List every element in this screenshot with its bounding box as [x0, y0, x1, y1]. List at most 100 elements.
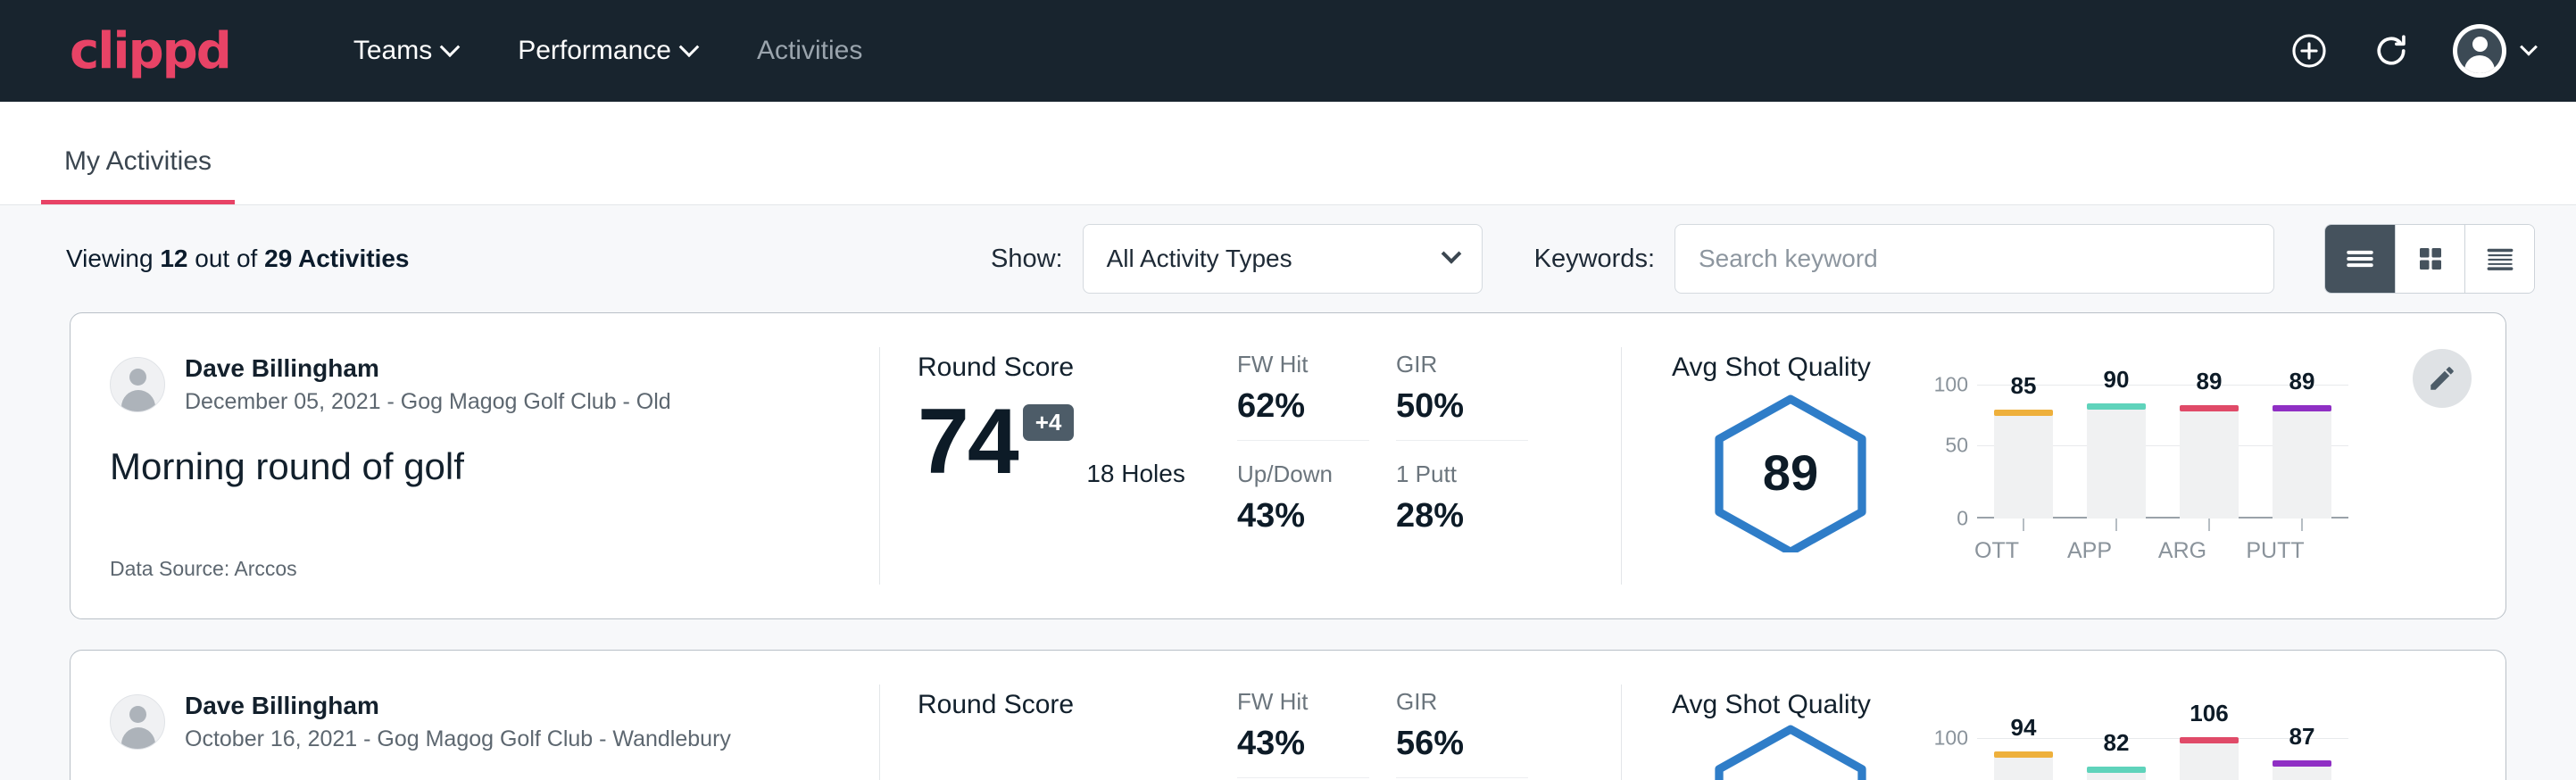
activity-card[interactable]: Dave Billingham October 16, 2021 - Gog M…: [70, 650, 2506, 780]
shot-quality-hexagon: 89: [1708, 392, 1895, 557]
bar-value-app: 82: [2087, 729, 2146, 757]
stat-fw-hit-label: FW Hit: [1237, 688, 1369, 716]
bar-column-app: 82: [2070, 738, 2163, 780]
x-label-ott: OTT: [1950, 538, 2043, 564]
edit-activity-button[interactable]: [2413, 349, 2472, 408]
stat-one-putt-label: 1 Putt: [1396, 461, 1528, 488]
holes-label: 18 Holes: [1086, 460, 1185, 488]
chart-plot-area: 85 90: [1977, 385, 2348, 519]
bar-column-putt: 87: [2256, 738, 2348, 780]
bar-value-arg: 106: [2180, 700, 2239, 727]
bar-column-arg: 106: [2163, 738, 2256, 780]
tab-my-activities-label: My Activities: [64, 146, 212, 176]
bar-column-arg: 89: [2163, 385, 2256, 519]
add-icon[interactable]: [2289, 30, 2330, 71]
clippd-logo[interactable]: clippd: [70, 22, 230, 80]
compact-list-view-button[interactable]: [2464, 225, 2534, 293]
filter-controls: Show: All Activity Types Keywords:: [991, 224, 2535, 294]
bar-column-putt: 89: [2256, 385, 2348, 519]
x-label-putt: PUTT: [2229, 538, 2322, 564]
activity-stats-grid: FW Hit 62% GIR 50% Up/Down 43% 1 Putt 28…: [1237, 313, 1621, 618]
bar-column-app: 90: [2070, 385, 2163, 519]
refresh-icon[interactable]: [2371, 30, 2412, 71]
search-input[interactable]: [1699, 245, 2250, 273]
stat-one-putt: 1 Putt 28%: [1396, 461, 1528, 550]
avg-shot-quality-section: Avg Shot Quality 100: [1622, 651, 2505, 780]
chevron-down-icon: [440, 37, 461, 57]
bar-value-ott: 85: [1994, 372, 2053, 400]
show-label: Show:: [991, 245, 1063, 274]
y-tick-100: 100: [1934, 373, 1968, 397]
stat-gir-label: GIR: [1396, 688, 1528, 716]
avg-shot-quality-section: Avg Shot Quality 89 100 50 0: [1622, 313, 2505, 618]
avg-shot-quality-label: Avg Shot Quality: [1672, 690, 2505, 720]
viewing-count: 12: [160, 245, 187, 272]
nav-item-performance[interactable]: Performance: [487, 27, 727, 75]
shot-quality-chart: 100 94: [1895, 738, 2348, 780]
x-label-app: APP: [2043, 538, 2136, 564]
activity-summary: Dave Billingham October 16, 2021 - Gog M…: [71, 651, 879, 780]
nav-item-teams-label: Teams: [353, 36, 432, 66]
bar-value-app: 90: [2087, 366, 2146, 394]
bar-column-ott: 94: [1977, 738, 2070, 780]
keywords-label: Keywords:: [1534, 245, 1655, 274]
shot-quality-value: 89: [1708, 392, 1874, 552]
activity-meta: December 05, 2021 - Gog Magog Golf Club …: [185, 387, 671, 417]
bar-value-putt: 89: [2273, 368, 2331, 395]
activity-card-list: Dave Billingham December 05, 2021 - Gog …: [0, 312, 2576, 780]
round-score-section: Round Score: [880, 651, 1237, 780]
stat-gir-value: 50%: [1396, 387, 1528, 426]
activity-summary: Dave Billingham December 05, 2021 - Gog …: [71, 313, 879, 618]
nav-item-activities-label: Activities: [757, 36, 862, 66]
nav-item-teams[interactable]: Teams: [323, 27, 487, 75]
chevron-down-icon: [679, 37, 700, 57]
bar-value-ott: 94: [1994, 714, 2053, 742]
chevron-down-icon: [1441, 244, 1461, 264]
filter-toolbar: Viewing 12 out of 29 Activities Show: Al…: [0, 205, 2576, 312]
viewing-total: 29 Activities: [264, 245, 409, 272]
stat-gir: GIR 56%: [1396, 688, 1528, 778]
avg-shot-quality-body: 100 94: [1672, 722, 2505, 780]
y-tick-50: 50: [1945, 434, 1968, 458]
stat-gir-value: 56%: [1396, 725, 1528, 763]
avatar: [110, 694, 165, 750]
activity-user-name: Dave Billingham: [185, 353, 671, 384]
bar-value-arg: 89: [2180, 368, 2239, 395]
activity-type-select[interactable]: All Activity Types: [1083, 224, 1483, 294]
round-score-label: Round Score: [918, 353, 1237, 383]
activity-user-row: Dave Billingham December 05, 2021 - Gog …: [110, 353, 843, 417]
score-badge: +4: [1023, 404, 1075, 441]
user-menu[interactable]: [2453, 24, 2535, 78]
chart-y-axis: 100: [1922, 738, 1977, 780]
activity-type-select-value: All Activity Types: [1107, 245, 1292, 273]
shot-quality-hexagon: [1708, 722, 1895, 780]
round-score-value: 74: [918, 395, 1018, 488]
stat-up-down-value: 43%: [1237, 497, 1369, 535]
avg-shot-quality-body: 89 100 50 0: [1672, 385, 2505, 564]
stat-fw-hit-value: 43%: [1237, 725, 1369, 763]
list-view-button[interactable]: [2325, 225, 2395, 293]
bar-column-ott: 85: [1977, 385, 2070, 519]
activity-data-source: Data Source: Arccos: [110, 557, 843, 581]
y-tick-100: 100: [1934, 726, 1968, 750]
x-label-arg: ARG: [2136, 538, 2229, 564]
nav-item-activities[interactable]: Activities: [727, 27, 893, 75]
avatar: [2453, 24, 2506, 78]
activity-title: Morning round of golf: [110, 445, 843, 488]
chevron-down-icon: [2520, 38, 2538, 56]
stat-fw-hit-value: 62%: [1237, 387, 1369, 426]
search-box[interactable]: [1674, 224, 2274, 294]
activity-stats-grid: FW Hit 43% GIR 56%: [1237, 651, 1621, 780]
grid-view-button[interactable]: [2395, 225, 2464, 293]
viewing-summary: Viewing 12 out of 29 Activities: [66, 245, 410, 273]
tab-my-activities[interactable]: My Activities: [41, 146, 235, 204]
chart-x-labels: OTT APP ARG PUTT: [1950, 538, 2348, 564]
activity-card[interactable]: Dave Billingham December 05, 2021 - Gog …: [70, 312, 2506, 619]
top-navigation-bar: clippd Teams Performance Activities: [0, 0, 2576, 102]
stat-one-putt-value: 28%: [1396, 497, 1528, 535]
chart-y-axis: 100 50 0: [1922, 385, 1977, 519]
stat-up-down-label: Up/Down: [1237, 461, 1369, 488]
view-mode-toggle: [2324, 224, 2535, 294]
stat-gir-label: GIR: [1396, 351, 1528, 378]
viewing-middle: out of: [195, 245, 257, 272]
